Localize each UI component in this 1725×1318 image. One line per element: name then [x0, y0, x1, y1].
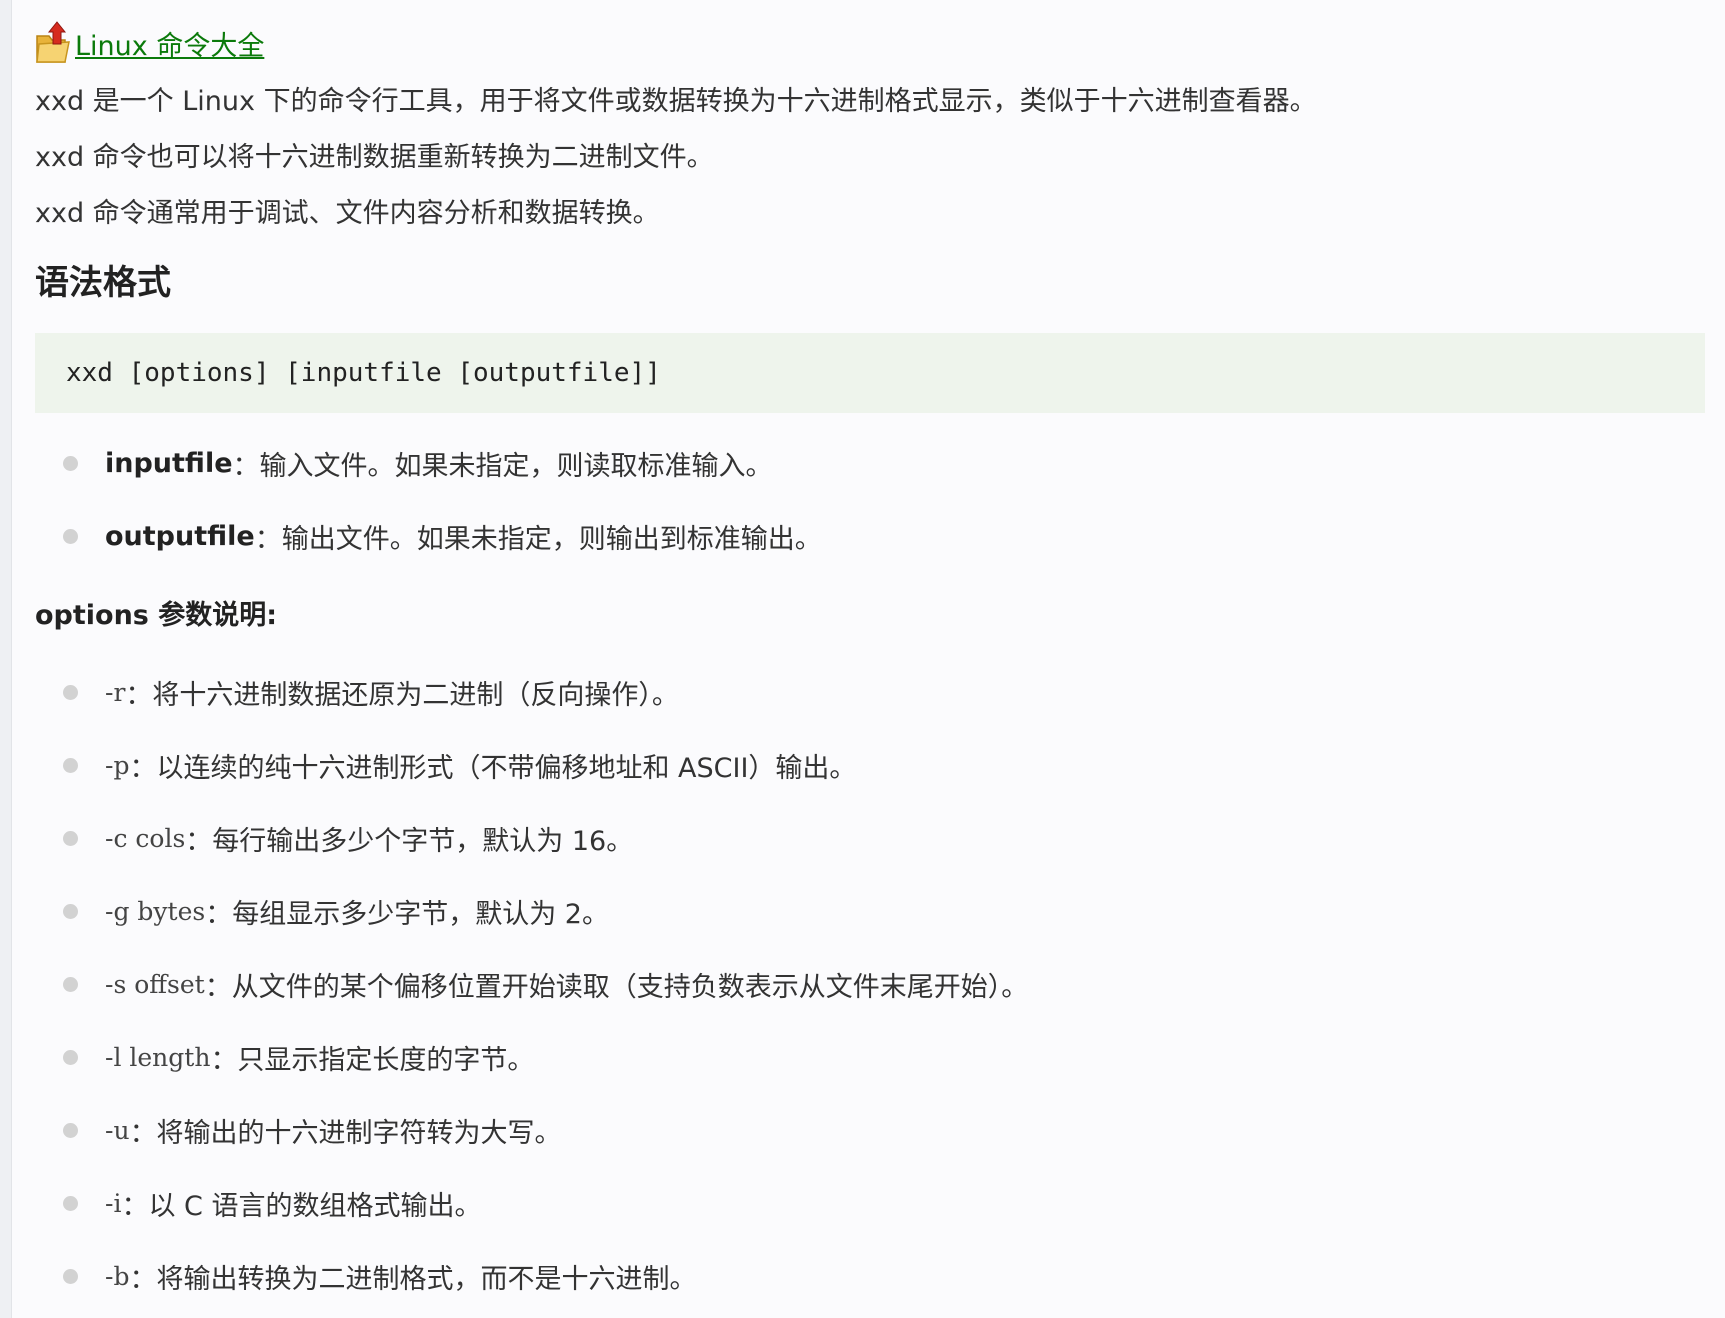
option-desc: ：将十六进制数据还原为二进制（反向操作）。	[125, 679, 679, 711]
option-body: -r ：将十六进制数据还原为二进制（反向操作）。	[105, 672, 679, 712]
bullet-dot	[63, 1050, 78, 1065]
param-name: outputfile	[105, 520, 255, 552]
option-body: -s offset ：从文件的某个偏移位置开始读取（支持负数表示从文件末尾开始）…	[105, 964, 1028, 1004]
bullet-dot	[63, 529, 78, 544]
param-body: outputfile ：输出文件。如果未指定，则输出到标准输出。	[105, 516, 822, 556]
option-flag: -b	[105, 1261, 130, 1291]
option-desc: ：每组显示多少字节，默认为 2。	[205, 898, 609, 930]
back-link-row: Linux 命令大全	[35, 10, 264, 64]
option-flag: -l length	[105, 1042, 211, 1072]
folder-up-arrow-icon[interactable]	[35, 18, 75, 64]
option-flag: -c cols	[105, 823, 186, 853]
bullet-dot	[63, 1196, 78, 1211]
param-body: inputfile ：输入文件。如果未指定，则读取标准输入。	[105, 443, 773, 483]
bullet-dot	[63, 456, 78, 471]
option-desc: ：以连续的纯十六进制形式（不带偏移地址和 ASCII）输出。	[129, 752, 857, 784]
syntax-code: xxd [options] [inputfile [outputfile]]	[66, 358, 661, 388]
bullet-dot	[63, 1269, 78, 1284]
option-flag: -s offset	[105, 969, 205, 999]
back-link-linux-commands[interactable]: Linux 命令大全	[75, 32, 264, 64]
bullet-dot	[63, 904, 78, 919]
param-desc: ：输入文件。如果未指定，则读取标准输入。	[232, 450, 773, 482]
bullet-dot	[63, 758, 78, 773]
option-body: -p ：以连续的纯十六进制形式（不带偏移地址和 ASCII）输出。	[105, 745, 856, 785]
option-desc: ：只显示指定长度的字节。	[210, 1044, 535, 1076]
option-body: -u ：将输出的十六进制字符转为大写。	[105, 1110, 562, 1150]
options-heading: options 参数说明:	[35, 600, 278, 631]
bullet-dot	[63, 977, 78, 992]
option-body: -l length ：只显示指定长度的字节。	[105, 1037, 534, 1077]
intro-paragraph-1: xxd 是一个 Linux 下的命令行工具，用于将文件或数据转换为十六进制格式显…	[35, 86, 1317, 117]
param-desc: ：输出文件。如果未指定，则输出到标准输出。	[254, 523, 822, 555]
option-desc: ：每行输出多少个字节，默认为 16。	[185, 825, 634, 857]
intro-paragraph-3: xxd 命令通常用于调试、文件内容分析和数据转换。	[35, 198, 660, 229]
left-border	[0, 0, 12, 1318]
param-name: inputfile	[105, 447, 233, 479]
option-desc: ：将输出的十六进制字符转为大写。	[129, 1117, 562, 1149]
option-flag: -u	[105, 1115, 130, 1145]
bullet-dot	[63, 685, 78, 700]
option-desc: ：将输出转换为二进制格式，而不是十六进制。	[129, 1263, 697, 1295]
option-body: -g bytes ：每组显示多少字节，默认为 2。	[105, 891, 609, 931]
page: Linux 命令大全 xxd 是一个 Linux 下的命令行工具，用于将文件或数…	[0, 0, 1725, 1318]
option-flag: -i	[105, 1188, 122, 1218]
option-body: -b ：将输出转换为二进制格式，而不是十六进制。	[105, 1256, 696, 1296]
option-body: -c cols ：每行输出多少个字节，默认为 16。	[105, 818, 633, 858]
option-desc: ：从文件的某个偏移位置开始读取（支持负数表示从文件末尾开始）。	[204, 971, 1029, 1003]
syntax-heading: 语法格式	[35, 263, 171, 303]
bullet-dot	[63, 1123, 78, 1138]
option-flag: -g bytes	[105, 896, 206, 926]
option-flag: -p	[105, 750, 130, 780]
option-flag: -r	[105, 677, 126, 707]
bullet-dot	[63, 831, 78, 846]
intro-paragraph-2: xxd 命令也可以将十六进制数据重新转换为二进制文件。	[35, 142, 714, 173]
option-desc: ：以 C 语言的数组格式输出。	[121, 1190, 482, 1222]
syntax-code-block: xxd [options] [inputfile [outputfile]]	[35, 333, 1705, 413]
option-body: -i ：以 C 语言的数组格式输出。	[105, 1183, 481, 1223]
